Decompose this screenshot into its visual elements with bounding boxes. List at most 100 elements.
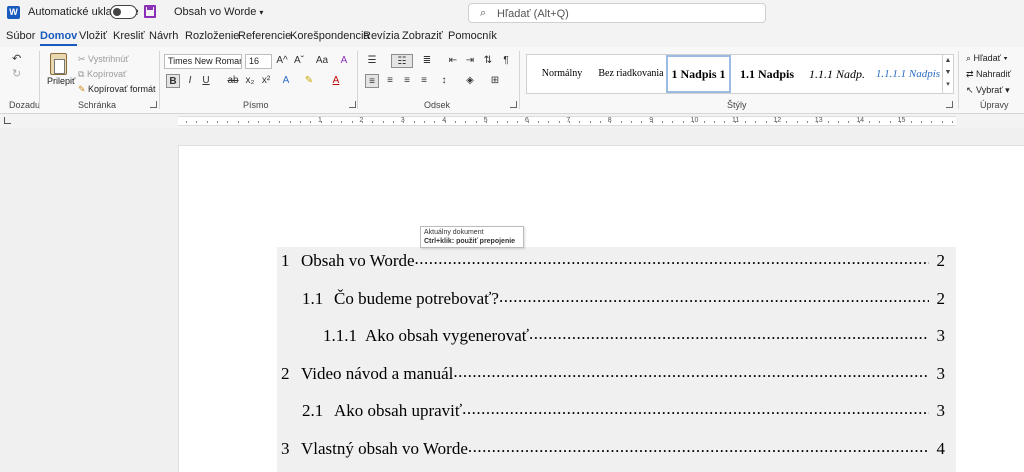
subscript-button[interactable]: x₂ — [243, 74, 257, 88]
justify-icon[interactable]: ≡ — [417, 74, 431, 88]
ruler-tick — [579, 121, 581, 123]
style-no-spacing[interactable]: Bez riadkovania — [597, 55, 665, 93]
align-right-icon[interactable]: ≡ — [400, 74, 414, 88]
ruler-tick — [320, 121, 322, 123]
tab-referencie[interactable]: Referencie — [238, 30, 291, 42]
save-icon[interactable] — [144, 5, 156, 18]
grow-font-button[interactable]: A^ — [275, 54, 289, 68]
tab-rozlozenie[interactable]: Rozloženie — [185, 30, 239, 42]
table-of-contents[interactable]: 1 Obsah vo Worde.........................… — [277, 247, 956, 472]
search-icon: ⌕ — [480, 7, 487, 19]
ruler-tick — [672, 121, 674, 123]
numbering-icon[interactable]: ☷ — [391, 54, 413, 68]
toc-entry[interactable]: 2.1 Ako obsah upraviť....................… — [277, 399, 956, 421]
scroll-down-icon[interactable]: ▼ — [943, 67, 953, 79]
autosave-toggle[interactable] — [110, 5, 137, 19]
scroll-up-icon[interactable]: ▲ — [943, 55, 953, 67]
underline-button[interactable]: U — [199, 74, 213, 88]
ruler-tick — [237, 121, 239, 123]
toc-entry[interactable]: 1.1.1 Ako obsah vygenerovať..............… — [277, 324, 956, 346]
paragraph-launcher-icon[interactable] — [510, 101, 517, 108]
toc-entry[interactable]: 3 Vlastný obsah vo Worde.................… — [277, 437, 956, 459]
bold-button[interactable]: B — [166, 74, 180, 88]
tab-selector-icon[interactable] — [4, 117, 11, 124]
italic-button[interactable]: I — [183, 74, 197, 88]
multilevel-list-icon[interactable]: ≣ — [420, 54, 434, 68]
ruler-tick — [827, 121, 829, 123]
ruler-number: 13 — [814, 117, 823, 124]
gallery-scrollbar[interactable]: ▲ ▼ ▾ — [942, 55, 953, 93]
decrease-indent-icon[interactable]: ⇤ — [446, 54, 460, 68]
tab-kreslit[interactable]: Kresliť — [113, 30, 145, 42]
show-marks-icon[interactable]: ¶ — [499, 54, 513, 68]
tab-revizia[interactable]: Revízia — [363, 30, 400, 42]
bullets-icon[interactable]: ☰ — [365, 54, 379, 68]
tab-vlozit[interactable]: Vložiť — [79, 30, 107, 42]
copy-button[interactable]: ⧉ Kopírovať — [78, 69, 126, 80]
font-color-icon[interactable]: A — [329, 74, 343, 88]
title-bar: W Automatické ukladanie Obsah vo Worde ▾ … — [0, 0, 1024, 26]
align-center-icon[interactable]: ≡ — [383, 74, 397, 88]
tab-domov[interactable]: Domov — [40, 30, 78, 46]
search-input[interactable]: ⌕ Hľadať (Alt+Q) — [468, 3, 766, 23]
gallery-more-icon[interactable]: ▾ — [943, 79, 953, 91]
toc-entry-number: 2.1 — [302, 401, 324, 420]
toc-entry-number: 1.1 — [302, 288, 324, 308]
ruler-tick — [651, 121, 653, 123]
paste-button[interactable]: Prilepiť — [47, 76, 75, 86]
clear-formatting-button[interactable]: A — [337, 54, 351, 68]
shading-icon[interactable]: ◈ — [463, 74, 477, 88]
style-heading-3[interactable]: 1.1.1 Nadp. — [803, 55, 871, 93]
style-heading-4[interactable]: 1.1.1.1 Nadpis — [873, 55, 943, 93]
replace-button[interactable]: ⇄ Nahradiť — [966, 69, 1011, 80]
toc-leader-dots: ........................................… — [529, 324, 929, 343]
toc-entry[interactable]: 1 Obsah vo Worde.........................… — [277, 249, 956, 271]
chevron-down-icon: ▾ — [259, 8, 264, 17]
toc-entry[interactable]: 1.1 Čo budeme potrebovať?................… — [277, 286, 956, 309]
align-left-icon[interactable]: ≡ — [365, 74, 379, 88]
paste-icon[interactable] — [50, 53, 67, 75]
sort-icon[interactable]: ⇅ — [481, 54, 495, 68]
text-effects-icon[interactable]: A — [279, 74, 293, 88]
tab-pomocnik[interactable]: Pomocník — [448, 30, 497, 42]
cut-button[interactable]: ✂ Vystrihnúť — [78, 54, 129, 65]
search-placeholder: Hľadať (Alt+Q) — [497, 8, 569, 20]
tab-korespondencia[interactable]: Korešpondencia — [290, 30, 370, 42]
ruler-tick — [786, 121, 788, 123]
ruler-tick — [434, 121, 436, 123]
increase-indent-icon[interactable]: ⇥ — [463, 54, 477, 68]
font-launcher-icon[interactable] — [349, 101, 356, 108]
clipboard-launcher-icon[interactable] — [150, 101, 157, 108]
ruler-tick — [289, 121, 291, 123]
toc-entry[interactable]: 2 Video návod a manuál...................… — [277, 362, 956, 384]
borders-icon[interactable]: ⊞ — [488, 74, 502, 88]
ruler-tick — [341, 121, 343, 123]
ruler-track[interactable]: 123456789101112131415 — [178, 116, 956, 126]
select-button[interactable]: ↖ Vybrať ▾ — [966, 85, 1010, 96]
shrink-font-button[interactable]: Aˇ — [292, 54, 306, 68]
style-normal[interactable]: Normálny — [529, 55, 595, 93]
find-button[interactable]: ⌕ Hľadať ▾ — [966, 53, 1007, 64]
redo-icon[interactable]: ↻ — [12, 67, 21, 80]
style-heading-2[interactable]: 1.1 Nadpis — [733, 55, 801, 93]
document-title[interactable]: Obsah vo Worde ▾ — [174, 6, 263, 18]
toc-leader-dots: ........................................… — [498, 286, 929, 306]
superscript-button[interactable]: x² — [259, 74, 273, 88]
font-name-select[interactable]: Times New Roman ( — [164, 54, 242, 69]
highlight-icon[interactable]: ✎ — [302, 74, 316, 88]
tab-subor[interactable]: Súbor — [6, 30, 35, 42]
styles-launcher-icon[interactable] — [946, 101, 953, 108]
search-icon: ⌕ — [966, 53, 974, 63]
undo-icon[interactable]: ↶ — [12, 52, 21, 65]
strikethrough-button[interactable]: ab — [226, 74, 240, 88]
font-size-select[interactable]: 16 — [245, 54, 272, 69]
toc-leader-dots: ........................................… — [462, 399, 929, 418]
tab-navrh[interactable]: Návrh — [149, 30, 178, 42]
style-heading-1[interactable]: 1 Nadpis 1 — [666, 55, 731, 93]
line-spacing-icon[interactable]: ↕ — [437, 74, 451, 88]
change-case-button[interactable]: Aa — [311, 54, 333, 68]
format-painter-button[interactable]: ✎ Kopírovať formát — [78, 84, 155, 95]
tooltip-hint: Ctrl+klik: použiť prepojenie — [424, 238, 516, 245]
ruler-tick — [496, 121, 498, 123]
tab-zobrazit[interactable]: Zobraziť — [402, 30, 443, 42]
